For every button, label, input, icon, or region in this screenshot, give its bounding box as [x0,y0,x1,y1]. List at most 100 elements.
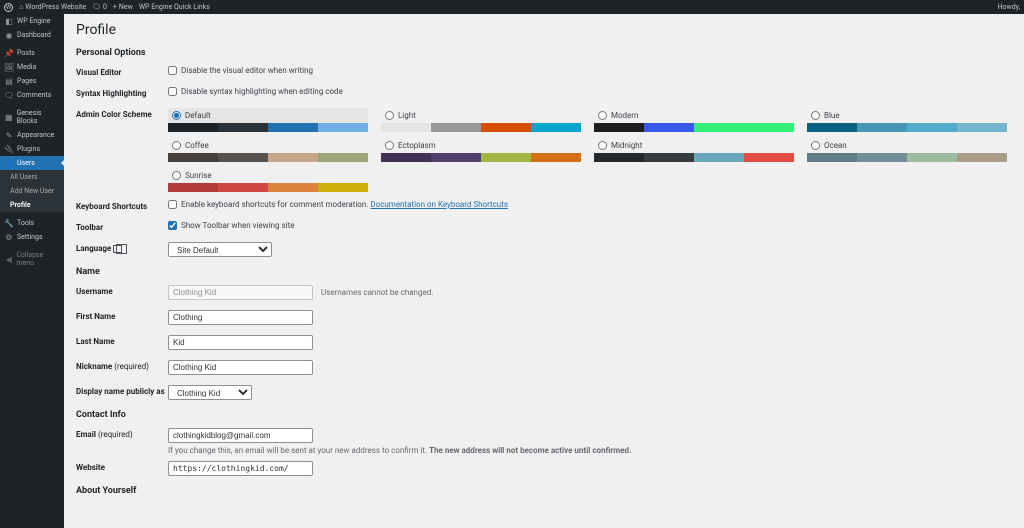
howdy-menu[interactable]: Howdy, [997,3,1020,11]
site-name-link[interactable]: ⌂ WordPress Website [19,3,86,11]
sidebar-item-label: Settings [17,233,43,241]
color-scheme-coffee[interactable]: Coffee [168,138,368,162]
swatch [857,123,907,132]
swatch [431,153,481,162]
syntax-checkbox[interactable]: Disable syntax highlighting when editing… [168,87,343,96]
color-scheme-modern[interactable]: Modern [594,108,794,132]
toolbar-checkbox[interactable]: Show Toolbar when viewing site [168,221,294,230]
color-scheme-swatches [594,153,794,162]
section-about-yourself: About Yourself [76,486,1012,496]
keyboard-shortcuts-checkbox-input[interactable] [168,200,177,209]
color-scheme-name: Light [398,111,416,120]
pin-icon: 📌 [5,49,13,57]
visual-editor-checkbox[interactable]: Disable the visual editor when writing [168,66,313,75]
website-input[interactable] [168,461,313,476]
color-scheme-radio-label[interactable]: Light [381,108,581,123]
user-icon: 👤 [5,159,13,167]
sidebar-item-wpengine[interactable]: ◧ WP Engine [0,14,64,28]
swatch [268,183,318,192]
color-scheme-radio-label[interactable]: Blue [807,108,1007,123]
sidebar-item-label: Comments [17,91,51,99]
color-scheme-blue[interactable]: Blue [807,108,1007,132]
swatch [644,153,694,162]
swatch [531,123,581,132]
display-name-select[interactable]: Clothing Kid [168,385,252,400]
syntax-checkbox-input[interactable] [168,87,177,96]
sidebar-item-dashboard[interactable]: ◉ Dashboard [0,28,64,42]
label-keyboard-shortcuts: Keyboard Shortcuts [76,200,168,211]
submenu-all-users[interactable]: All Users [0,170,64,184]
swatch [168,183,218,192]
sidebar-item-genesis[interactable]: ▦ Genesis Blocks [0,106,64,128]
sidebar-item-label: Genesis Blocks [17,109,59,125]
sidebar-item-collapse[interactable]: ◀ Collapse menu [0,248,64,270]
color-scheme-radio-label[interactable]: Ectoplasm [381,138,581,153]
language-select[interactable]: Site Default [168,242,272,257]
sidebar-item-appearance[interactable]: ✎ Appearance [0,128,64,142]
sidebar-item-label: Dashboard [17,31,51,39]
color-scheme-radio-label[interactable]: Sunrise [168,168,368,183]
visual-editor-checkbox-input[interactable] [168,66,177,75]
section-name: Name [76,267,1012,277]
color-scheme-radio[interactable] [811,141,820,150]
sidebar-item-comments[interactable]: 🗨 Comments [0,88,64,102]
keyboard-shortcuts-doc-link[interactable]: Documentation on Keyboard Shortcuts [370,200,508,209]
color-scheme-name: Midnight [611,141,642,150]
color-scheme-radio-label[interactable]: Modern [594,108,794,123]
swatch [744,153,794,162]
sidebar-item-media[interactable]: 🖼 Media [0,60,64,74]
wp-logo-menu[interactable]: W [4,3,13,12]
sidebar-item-pages[interactable]: ▤ Pages [0,74,64,88]
first-name-input[interactable] [168,310,313,325]
color-scheme-radio[interactable] [172,111,181,120]
swatch [381,123,431,132]
new-content-link[interactable]: + New [113,3,133,11]
sidebar-item-settings[interactable]: ⚙ Settings [0,230,64,244]
color-scheme-radio[interactable] [172,171,181,180]
label-email: Email (required) [76,428,168,439]
sidebar-item-plugins[interactable]: 🔌 Plugins [0,142,64,156]
nickname-text: Nickname [76,362,112,371]
toolbar-checkbox-input[interactable] [168,221,177,230]
color-scheme-radio[interactable] [385,111,394,120]
color-scheme-radio[interactable] [172,141,181,150]
visual-editor-checkbox-label: Disable the visual editor when writing [181,66,313,75]
email-hint-bold: The new address will not become active u… [429,446,631,455]
swatch [168,123,218,132]
submenu-profile[interactable]: Profile [0,198,64,212]
color-scheme-swatches [168,153,368,162]
color-scheme-radio[interactable] [598,111,607,120]
sidebar-item-tools[interactable]: 🔧 Tools [0,216,64,230]
swatch [694,123,744,132]
color-scheme-midnight[interactable]: Midnight [594,138,794,162]
sidebar-item-posts[interactable]: 📌 Posts [0,46,64,60]
swatch [531,153,581,162]
color-scheme-ectoplasm[interactable]: Ectoplasm [381,138,581,162]
color-scheme-radio-label[interactable]: Ocean [807,138,1007,153]
color-scheme-radio-label[interactable]: Coffee [168,138,368,153]
color-scheme-ocean[interactable]: Ocean [807,138,1007,162]
color-scheme-radio-label[interactable]: Default [168,108,368,123]
syntax-checkbox-label: Disable syntax highlighting when editing… [181,87,343,96]
submenu-add-new-user[interactable]: Add New User [0,184,64,198]
color-scheme-swatches [381,153,581,162]
sidebar-item-users[interactable]: 👤 Users [0,156,64,170]
color-scheme-default[interactable]: Default [168,108,368,132]
email-input[interactable] [168,428,313,443]
comments-link[interactable]: 🗨 0 [92,3,107,11]
color-scheme-radio[interactable] [598,141,607,150]
color-scheme-radio[interactable] [811,111,820,120]
color-scheme-light[interactable]: Light [381,108,581,132]
nickname-input[interactable] [168,360,313,375]
last-name-input[interactable] [168,335,313,350]
label-admin-color: Admin Color Scheme [76,108,168,119]
color-scheme-name: Ectoplasm [398,141,436,150]
keyboard-shortcuts-checkbox[interactable]: Enable keyboard shortcuts for comment mo… [168,200,508,209]
color-scheme-radio-label[interactable]: Midnight [594,138,794,153]
quicklinks-link[interactable]: WP Engine Quick Links [139,3,210,11]
media-icon: 🖼 [5,63,13,71]
swatch [907,123,957,132]
color-scheme-radio[interactable] [385,141,394,150]
color-scheme-swatches [807,123,1007,132]
color-scheme-sunrise[interactable]: Sunrise [168,168,368,192]
